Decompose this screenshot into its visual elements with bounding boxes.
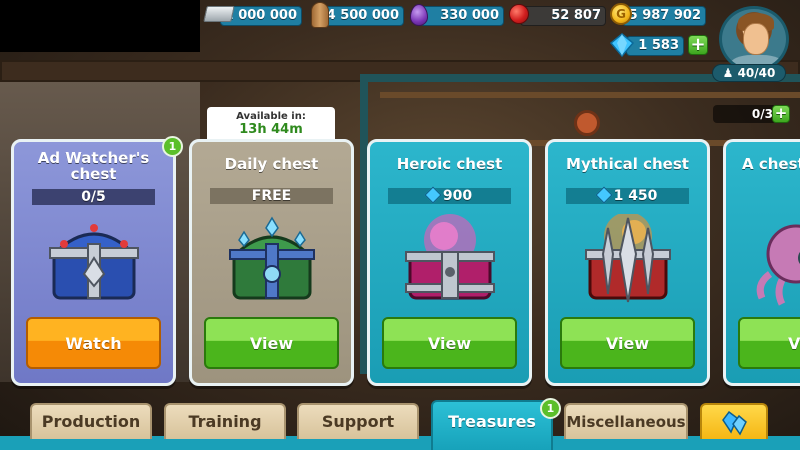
chest-icon [405,214,495,300]
population-value: 40/40 [737,66,776,80]
card-price: FREE [210,188,333,204]
person-icon: ♟ [722,66,734,80]
view-heroic-chest-button[interactable]: View [382,317,517,369]
price-value: 1 450 [613,188,658,204]
buy-gems-button[interactable]: + [688,35,708,55]
view-daily-chest-button[interactable]: View [204,317,339,369]
card-price: 1 450 [566,186,689,204]
tab-production[interactable]: Production [30,403,152,439]
gold-counter: 5 987 902 [622,6,706,26]
chest-icon [585,214,671,303]
tab-support[interactable]: Support [297,403,419,439]
ad-watcher-chest-card[interactable]: Ad Watcher's chest 0/5 Watch [11,139,176,386]
card-title: A chest [742,155,800,173]
card-title: Heroic chest [396,155,503,173]
card-title: Ad Watcher's chest [37,149,150,183]
gems-icon [722,410,747,436]
price-value: 900 [442,188,473,204]
gem-icon [595,186,613,204]
special-chest-card[interactable]: A chest Vi [723,139,800,386]
chest-icon [49,224,139,300]
notification-badge: 1 [162,136,183,157]
population-counter: ♟ 40/40 [712,64,786,82]
card-price: 900 [388,186,511,204]
gem-icon [424,186,442,204]
available-in-label: Available in: [236,111,306,122]
shelf [380,92,800,98]
lamp-icon [574,110,600,136]
gem-counter: 1 583 [626,36,684,56]
chest-icon [229,216,315,300]
tab-gems[interactable] [700,403,768,439]
avatar[interactable] [719,6,789,72]
top-left-overlay [0,0,200,52]
food-counter: 52 807 [520,6,606,26]
daily-chest-card[interactable]: Daily chest FREE View [189,139,354,386]
mana-icon [410,4,428,26]
tab-notification-badge: 1 [540,398,561,419]
available-in-panel: Available in: 13h 44m [207,107,335,143]
view-special-chest-button[interactable]: Vi [738,317,800,369]
add-builder-button[interactable]: + [772,105,790,123]
gold-icon: G [610,3,632,25]
available-in-time: 13h 44m [239,122,303,137]
view-mythical-chest-button[interactable]: View [560,317,695,369]
tab-treasures[interactable]: Treasures [431,400,553,450]
card-progress: 0/5 [32,189,155,205]
tab-miscellaneous[interactable]: Miscellaneous [564,403,688,439]
mythical-chest-card[interactable]: Mythical chest 1 450 View [545,139,710,386]
tab-training[interactable]: Training [164,403,286,439]
avatar-face [743,23,769,55]
mana-counter: 330 000 [420,6,504,26]
wood-counter: 4 500 000 [320,6,404,26]
octopus-icon [756,224,800,306]
heroic-chest-card[interactable]: Heroic chest 900 View [367,139,532,386]
wood-icon [311,2,329,28]
builders-counter: 0/3 [713,105,777,123]
gem-icon [610,33,634,57]
card-title: Daily chest [224,155,319,173]
watch-button[interactable]: Watch [26,317,161,369]
card-title: Mythical chest [566,155,689,173]
food-icon [509,4,529,24]
iron-icon [203,6,235,22]
